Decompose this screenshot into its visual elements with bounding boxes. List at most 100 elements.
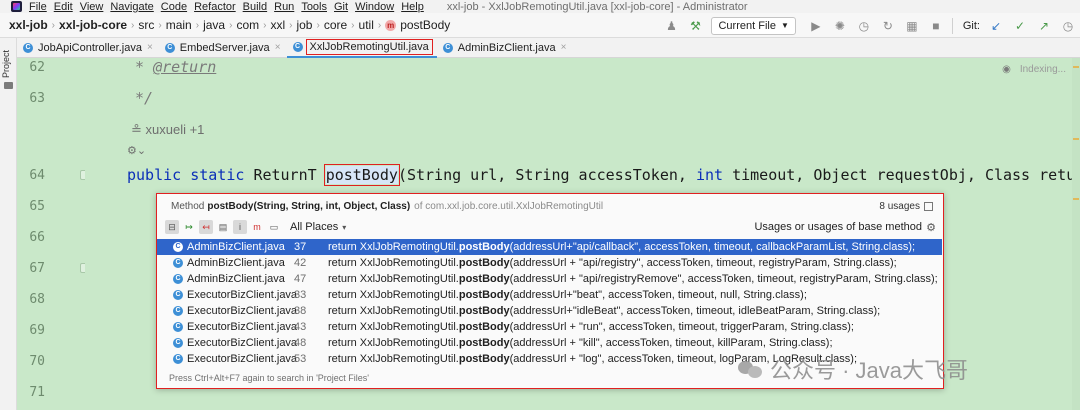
menu-edit[interactable]: Edit	[54, 1, 73, 13]
usage-pre: return XxlJobRemotingUtil.	[328, 257, 459, 269]
coverage-icon[interactable]: ◷	[855, 17, 873, 35]
line-number: 65	[29, 199, 45, 214]
author-inlay-hint[interactable]: ≗ xuxueli +1	[131, 122, 204, 138]
method-owner: of com.xxl.job.core.util.XxlJobRemotingU…	[414, 200, 604, 212]
menu-refactor[interactable]: Refactor	[194, 1, 236, 13]
tab-embedserver[interactable]: C EmbedServer.java ×	[159, 38, 287, 58]
open-in-tool-window-icon[interactable]	[924, 201, 933, 211]
menu-window[interactable]: Window	[355, 1, 394, 13]
breadcrumb-item[interactable]: core	[324, 18, 347, 32]
scope-select[interactable]: All Places	[290, 221, 338, 233]
usage-code: return XxlJobRemotingUtil.postBody(addre…	[328, 321, 854, 333]
usage-pre: return XxlJobRemotingUtil.	[328, 241, 459, 253]
breadcrumb-item[interactable]: main	[166, 18, 192, 32]
usage-code: return XxlJobRemotingUtil.postBody(addre…	[328, 289, 807, 301]
breadcrumb-item[interactable]: src	[138, 18, 154, 32]
breadcrumb-item[interactable]: xxl-job-core	[59, 18, 127, 32]
run-configuration-select[interactable]: Current File ▼	[711, 16, 796, 35]
breadcrumb-item[interactable]: xxl-job	[9, 18, 48, 32]
git-update-icon[interactable]: ↙	[987, 17, 1005, 35]
usage-file: ExecutorBizClient.java	[187, 289, 298, 301]
menu-bar: File Edit View Navigate Code Refactor Bu…	[0, 0, 1080, 13]
line-number: 71	[29, 385, 45, 400]
close-icon[interactable]: ×	[275, 42, 281, 53]
menu-file[interactable]: File	[29, 1, 47, 13]
usage-args: (addressUrl + "kill", accessToken, timeo…	[509, 337, 833, 349]
menu-navigate[interactable]: Navigate	[110, 1, 153, 13]
profile-icon[interactable]: ↻	[879, 17, 897, 35]
menu-code[interactable]: Code	[161, 1, 187, 13]
usage-file: AdminBizClient.java	[187, 241, 285, 253]
git-push-icon[interactable]: ↗	[1035, 17, 1053, 35]
project-tool-window-button[interactable]: Project	[1, 44, 11, 78]
build-icon[interactable]: ▦	[903, 17, 921, 35]
editor-scrollbar[interactable]	[1072, 58, 1080, 410]
user-icon[interactable]: ♟	[662, 17, 680, 35]
tab-label: AdminBizClient.java	[457, 41, 556, 54]
menu-build[interactable]: Build	[243, 1, 267, 13]
breadcrumb-item[interactable]: com	[236, 18, 259, 32]
eye-icon[interactable]: ◉	[1002, 64, 1011, 75]
show-methods-icon[interactable]: m	[250, 220, 264, 234]
navigation-bar: xxl-job › xxl-job-core › src › main › java › …	[0, 13, 1080, 38]
folder-icon[interactable]	[4, 82, 13, 89]
close-icon[interactable]: ×	[561, 42, 567, 53]
chevron-right-icon: ›	[316, 19, 320, 31]
menu-view[interactable]: View	[80, 1, 104, 13]
breadcrumb-item[interactable]: job	[296, 18, 312, 32]
usage-file: ExecutorBizClient.java	[187, 353, 298, 365]
usage-pre: return XxlJobRemotingUtil.	[328, 337, 459, 349]
usage-line: 48	[294, 337, 307, 349]
list-item[interactable]: C ExecutorBizClient.java 43 return XxlJo…	[157, 319, 942, 335]
close-icon[interactable]: ×	[147, 42, 153, 53]
usage-pre: return XxlJobRemotingUtil.	[328, 353, 459, 365]
merge-duplicates-icon[interactable]: ⊟	[165, 220, 179, 234]
show-read-access-icon[interactable]: ↦	[182, 220, 196, 234]
debug-icon[interactable]: ✺	[831, 17, 849, 35]
show-info-icon[interactable]: i	[233, 220, 247, 234]
tab-adminbizclient[interactable]: C AdminBizClient.java ×	[437, 38, 573, 58]
keyword: int	[695, 166, 724, 184]
method-signature: postBody(String, String, int, Object, Cl…	[207, 200, 411, 212]
list-item[interactable]: C ExecutorBizClient.java 33 return XxlJo…	[157, 287, 942, 303]
show-imports-icon[interactable]: ▤	[216, 220, 230, 234]
breadcrumb-item[interactable]: xxl	[270, 18, 285, 32]
hammer-icon[interactable]: ⚒	[686, 17, 704, 35]
history-icon[interactable]: ◷	[1059, 17, 1077, 35]
show-write-access-icon[interactable]: ↤	[199, 220, 213, 234]
class-icon: C	[442, 42, 453, 53]
method-icon: m	[385, 19, 397, 31]
list-item[interactable]: C AdminBizClient.java 37 return XxlJobRe…	[157, 239, 942, 255]
stop-icon[interactable]: ■	[927, 17, 945, 35]
run-icon[interactable]: ▶	[807, 17, 825, 35]
usage-code: return XxlJobRemotingUtil.postBody(addre…	[328, 241, 915, 253]
breadcrumb-item[interactable]: util	[359, 18, 374, 32]
usage-call: postBody	[458, 321, 510, 333]
breadcrumb-item[interactable]: postBody	[400, 18, 450, 32]
return-type: ReturnT	[253, 166, 317, 184]
usage-pre: return XxlJobRemotingUtil.	[328, 289, 459, 301]
code-vision-icon[interactable]: ⚙⌄	[127, 144, 146, 157]
git-commit-icon[interactable]: ✓	[1011, 17, 1029, 35]
breadcrumb: xxl-job › xxl-job-core › src › main › java › …	[0, 18, 452, 32]
keyword: public	[127, 166, 182, 184]
breadcrumb-item[interactable]: java	[203, 18, 225, 32]
preview-icon[interactable]: ▭	[267, 220, 281, 234]
menu-help[interactable]: Help	[401, 1, 424, 13]
menu-run[interactable]: Run	[274, 1, 294, 13]
tab-jobapicontroller[interactable]: C JobApiController.java ×	[17, 38, 159, 58]
class-icon: C	[23, 42, 33, 53]
method-name-highlight[interactable]: postBody	[323, 164, 400, 186]
menu-tools[interactable]: Tools	[301, 1, 327, 13]
line-number: 68	[29, 292, 45, 307]
menu-git[interactable]: Git	[334, 1, 348, 13]
list-item[interactable]: C ExecutorBizClient.java 48 return XxlJo…	[157, 335, 942, 351]
list-item[interactable]: C ExecutorBizClient.java 38 return XxlJo…	[157, 303, 942, 319]
run-configuration-label: Current File	[718, 19, 776, 32]
list-item[interactable]: C AdminBizClient.java 47 return XxlJobRe…	[157, 271, 942, 287]
class-icon: C	[292, 41, 303, 52]
gear-icon[interactable]: ⚙	[926, 221, 936, 234]
list-item[interactable]: C AdminBizClient.java 42 return XxlJobRe…	[157, 255, 942, 271]
tab-xxljobremotingutil[interactable]: C XxlJobRemotingUtil.java	[286, 38, 437, 58]
usage-line: 43	[294, 321, 307, 333]
